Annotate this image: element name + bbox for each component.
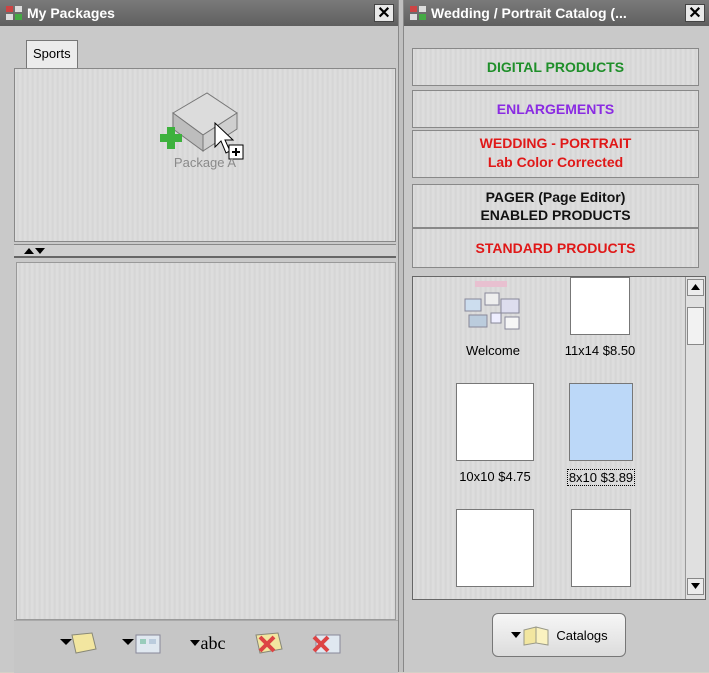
package-a-label: Package A <box>173 155 237 170</box>
product-item-11x14[interactable]: 11x14 $8.50 <box>545 277 655 358</box>
arrow-down-icon <box>691 583 700 589</box>
product-item-10x10[interactable]: 10x10 $4.75 <box>443 383 547 484</box>
delete-page-icon <box>255 632 283 654</box>
catalog-app-icon <box>409 5 427 21</box>
text-tool-label: abc <box>200 632 226 653</box>
packages-app-icon <box>5 5 23 21</box>
add-page-icon <box>60 632 97 654</box>
tab-sports[interactable]: Sports <box>26 40 78 68</box>
category-sublabel: ENABLED PRODUCTS <box>480 207 631 223</box>
item-thumbnail <box>571 509 631 587</box>
package-tabstrip: Sports <box>14 30 396 70</box>
delete-image-tool[interactable] <box>304 627 348 659</box>
add-text-tool[interactable]: abc <box>178 627 236 659</box>
scroll-up-button[interactable] <box>687 279 704 296</box>
item-label: 10x10 $4.75 <box>459 469 531 484</box>
category-label: PAGER (Page Editor) <box>485 189 626 205</box>
add-image-icon <box>122 634 161 654</box>
catalog-titlebar: Wedding / Portrait Catalog (... ✕ <box>404 0 709 26</box>
package-toolbar: abc <box>14 620 398 673</box>
delete-page-tool[interactable] <box>248 627 288 659</box>
product-item[interactable] <box>451 509 539 587</box>
product-item-8x10[interactable]: 8x10 $3.89 <box>553 383 649 486</box>
panel-splitter[interactable] <box>14 244 396 258</box>
catalog-panel: Wedding / Portrait Catalog (... ✕ DIGITA… <box>404 0 709 672</box>
product-list: Welcome 11x14 $8.50 10x10 $4.75 8x10 $3.… <box>412 276 706 600</box>
category-sublabel: Lab Color Corrected <box>487 154 624 170</box>
item-thumbnail <box>570 277 630 335</box>
welcome-thumbnail <box>464 281 520 330</box>
my-packages-title: My Packages <box>27 5 115 21</box>
category-wedding-portrait[interactable]: WEDDING - PORTRAIT Lab Color Corrected <box>412 130 699 178</box>
catalogs-button-label: Catalogs <box>556 627 608 643</box>
item-thumbnail <box>456 383 534 461</box>
dropdown-arrow-icon <box>189 640 200 646</box>
scroll-thumb[interactable] <box>687 307 704 345</box>
item-label: Welcome <box>466 343 520 358</box>
catalog-title: Wedding / Portrait Catalog (... <box>431 5 627 21</box>
delete-image-icon <box>312 634 341 654</box>
my-packages-titlebar: My Packages ✕ <box>0 0 398 26</box>
scroll-down-button[interactable] <box>687 578 704 595</box>
category-label: DIGITAL PRODUCTS <box>486 59 625 75</box>
item-thumbnail <box>569 383 633 461</box>
category-label: ENLARGEMENTS <box>496 101 615 117</box>
item-label: 8x10 $3.89 <box>566 469 636 486</box>
product-list-scrollbar[interactable] <box>685 277 705 599</box>
catalogs-button[interactable]: Catalogs <box>492 613 626 657</box>
item-thumbnail <box>456 509 534 587</box>
add-page-tool[interactable] <box>58 627 98 659</box>
splitter-arrows-icon <box>24 248 45 254</box>
my-packages-panel: My Packages ✕ Sports Package A abc <box>0 0 398 673</box>
product-item-welcome[interactable]: Welcome <box>443 279 543 358</box>
category-standard-products[interactable]: STANDARD PRODUCTS <box>412 228 699 268</box>
arrow-up-icon <box>691 284 700 290</box>
package-area: Package A <box>14 68 396 242</box>
product-item[interactable] <box>561 509 641 587</box>
category-digital-products[interactable]: DIGITAL PRODUCTS <box>412 48 699 86</box>
catalog-book-icon <box>511 626 549 646</box>
close-catalog-button[interactable]: ✕ <box>685 4 705 22</box>
item-label: 11x14 $8.50 <box>564 343 636 358</box>
category-enlargements[interactable]: ENLARGEMENTS <box>412 90 699 128</box>
add-image-tool[interactable] <box>120 627 164 659</box>
close-packages-button[interactable]: ✕ <box>374 4 394 22</box>
category-label: WEDDING - PORTRAIT <box>479 135 632 151</box>
package-contents-area[interactable] <box>16 262 396 620</box>
category-label: STANDARD PRODUCTS <box>475 240 636 256</box>
category-pager[interactable]: PAGER (Page Editor) ENABLED PRODUCTS <box>412 184 699 228</box>
